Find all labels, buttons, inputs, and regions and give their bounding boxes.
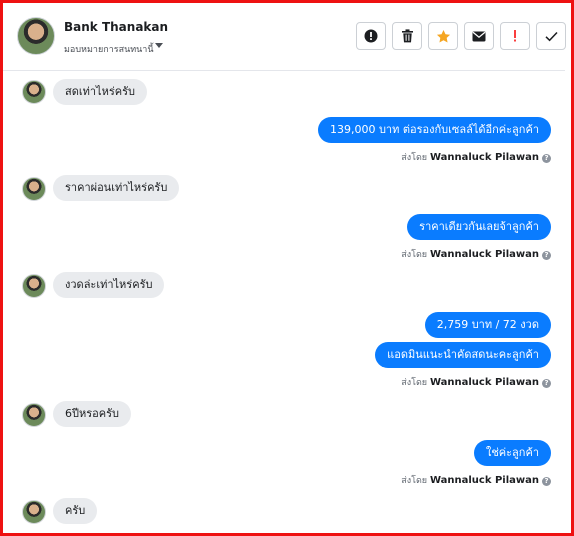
help-icon[interactable]: ? <box>542 154 551 163</box>
outgoing-message[interactable]: แอดมินแนะนำคัดสดนะคะลูกค้า <box>375 342 551 368</box>
incoming-message[interactable]: สดเท่าไหร่ครับ <box>53 79 147 105</box>
contact-avatar[interactable] <box>17 17 55 55</box>
delete-button[interactable] <box>392 22 422 50</box>
alert-circle-icon <box>364 29 378 43</box>
envelope-icon <box>472 31 486 41</box>
assign-conversation-label[interactable]: มอบหมายการสนทนานี้ <box>64 42 154 56</box>
checkmark-icon <box>544 31 558 41</box>
outgoing-message[interactable]: ราคาเดียวกันเลยจ้าลูกค้า <box>407 214 551 240</box>
sent-by-prefix: ส่งโดย <box>401 378 428 388</box>
contact-avatar-small <box>22 274 46 298</box>
incoming-message[interactable]: ราคาผ่อนเท่าไหร่ครับ <box>53 175 180 201</box>
incoming-message[interactable]: งวดล่ะเท่าไหร่ครับ <box>53 272 165 298</box>
contact-avatar-small <box>22 177 46 201</box>
sent-by-agent[interactable]: Wannaluck Pilawan <box>430 377 539 388</box>
outgoing-message[interactable]: ใช่ค่ะลูกค้า <box>473 440 551 466</box>
report-spam-button[interactable] <box>356 22 386 50</box>
mark-done-button[interactable] <box>536 22 566 50</box>
sent-by-prefix: ส่งโดย <box>401 250 428 260</box>
trash-icon <box>401 29 413 43</box>
outgoing-message[interactable]: 139,000 บาท ต่อรองกับเซลล์ได้อีกค่ะลูกค้… <box>317 117 551 143</box>
exclamation-icon <box>514 30 516 42</box>
incoming-message[interactable]: ครับ <box>53 498 98 524</box>
sent-by-label: ส่งโดย Wannaluck Pilawan? <box>401 473 551 487</box>
sent-by-prefix: ส่งโดย <box>401 476 428 486</box>
mark-unread-button[interactable] <box>464 22 494 50</box>
contact-avatar-small <box>22 80 46 104</box>
star-button[interactable] <box>428 22 458 50</box>
sent-by-label: ส่งโดย Wannaluck Pilawan? <box>401 247 551 261</box>
help-icon[interactable]: ? <box>542 251 551 260</box>
caret-down-icon[interactable] <box>155 43 163 48</box>
sent-by-agent[interactable]: Wannaluck Pilawan <box>430 249 539 260</box>
follow-up-button[interactable] <box>500 22 530 50</box>
help-icon[interactable]: ? <box>542 477 551 486</box>
contact-name[interactable]: Bank Thanakan <box>64 20 168 34</box>
help-icon[interactable]: ? <box>542 379 551 388</box>
sent-by-label: ส่งโดย Wannaluck Pilawan? <box>401 150 551 164</box>
contact-avatar-small <box>22 500 46 524</box>
incoming-message[interactable]: 6ปีหรอครับ <box>53 401 131 427</box>
conversation-header: Bank Thanakan มอบหมายการสนทนานี้ <box>3 3 566 71</box>
message-thread[interactable]: สดเท่าไหร่ครับ 139,000 บาท ต่อรองกับเซลล… <box>3 71 565 533</box>
sent-by-agent[interactable]: Wannaluck Pilawan <box>430 152 539 163</box>
sent-by-label: ส่งโดย Wannaluck Pilawan? <box>401 375 551 389</box>
sent-by-prefix: ส่งโดย <box>401 153 428 163</box>
contact-avatar-small <box>22 403 46 427</box>
sent-by-agent[interactable]: Wannaluck Pilawan <box>430 475 539 486</box>
star-icon <box>436 29 450 42</box>
outgoing-message[interactable]: 2,759 บาท / 72 งวด <box>424 312 551 338</box>
